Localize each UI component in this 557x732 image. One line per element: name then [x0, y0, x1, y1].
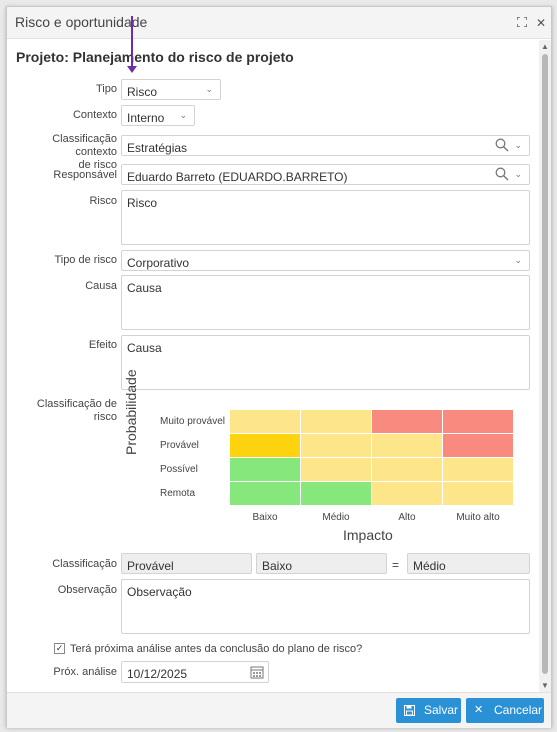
prox-analise-value: 10/12/2025 [127, 667, 188, 681]
tipo-label: Tipo [96, 83, 117, 95]
dialog-footer: Salvar ✕ Cancelar [7, 692, 551, 728]
causa-textarea[interactable]: Causa [121, 275, 530, 330]
efeito-label: Efeito [88, 339, 117, 351]
matrix-col-label: Médio [322, 512, 350, 523]
annotation-arrow-head [127, 66, 137, 73]
project-title: Projeto: Planejamento do risco de projet… [16, 49, 294, 65]
classificacao-contexto-label-line1: Classificação contexto [52, 133, 117, 158]
matrix-cell[interactable] [301, 482, 371, 505]
cancel-button-label: Cancelar [494, 703, 543, 717]
probabilidade-result-value: Provável [127, 559, 174, 573]
maximize-icon[interactable] [515, 16, 529, 30]
matrix-cell[interactable] [301, 410, 371, 433]
matrix-cell[interactable] [443, 482, 513, 505]
observacao-textarea[interactable]: Observação [121, 579, 530, 634]
chevron-down-icon: ⌄ [179, 110, 187, 120]
contexto-value: Interno [127, 111, 165, 125]
chevron-down-icon: ⌄ [514, 255, 522, 265]
responsavel-label: Responsável [53, 169, 117, 181]
chevron-down-icon: ⌄ [514, 169, 522, 179]
contexto-label: Contexto [72, 109, 117, 121]
matrix-row-label: Provável [160, 440, 199, 451]
matrix-cell[interactable] [443, 410, 513, 433]
tipo-value: Risco [127, 85, 158, 99]
contexto-select[interactable]: Interno ⌄ [121, 105, 195, 126]
matrix-col-label: Muito alto [456, 512, 500, 523]
chevron-down-icon: ⌄ [514, 140, 522, 150]
causa-value: Causa [127, 281, 162, 295]
matrix-cell[interactable] [230, 458, 300, 481]
classificacao-contexto-select[interactable]: Estratégias ⌄ [121, 135, 530, 156]
tipo-select[interactable]: Risco ⌄ [121, 79, 221, 100]
matrix-cell[interactable] [372, 458, 442, 481]
matrix-y-title: Probabilidade [123, 369, 139, 455]
risco-value: Risco [127, 196, 158, 210]
close-icon[interactable]: ✕ [534, 16, 548, 30]
classificacao-result-value: Médio [413, 559, 446, 573]
classificacao-result: Médio [407, 553, 530, 574]
matrix-cell[interactable] [230, 482, 300, 505]
scroll-down-icon[interactable]: ▼ [541, 681, 549, 690]
risco-textarea[interactable]: Risco [121, 190, 530, 245]
impacto-result-value: Baixo [262, 559, 293, 573]
matrix-cell[interactable] [443, 458, 513, 481]
save-button[interactable]: Salvar [396, 698, 461, 723]
search-icon[interactable] [495, 167, 509, 181]
window-title: Risco e oportunidade [15, 14, 148, 30]
chevron-down-icon: ⌄ [205, 84, 213, 94]
classificacao-contexto-value: Estratégias [127, 141, 188, 155]
title-bar: Risco e oportunidade ✕ [7, 7, 551, 39]
matrix-cell[interactable] [230, 410, 300, 433]
matrix-cell[interactable] [443, 434, 513, 457]
search-icon[interactable] [495, 138, 509, 152]
matrix-cell[interactable] [301, 458, 371, 481]
proxima-analise-checkbox-label: Terá próxima análise antes da conclusão … [70, 643, 363, 655]
prox-analise-date-input[interactable]: 10/12/2025 [121, 661, 269, 683]
matrix-cell[interactable] [301, 434, 371, 457]
scrollbar-thumb[interactable] [542, 54, 548, 674]
equals-sign: = [392, 558, 400, 572]
matrix-cell[interactable] [372, 434, 442, 457]
matrix-col-label: Alto [398, 512, 416, 523]
matrix-row-label: Remota [160, 488, 196, 499]
proxima-analise-checkbox[interactable]: ✓ [54, 643, 65, 654]
responsavel-select[interactable]: Eduardo Barreto (EDUARDO.BARRETO) ⌄ [121, 164, 530, 185]
observacao-value: Observação [127, 585, 192, 599]
matrix-row-label: Possível [160, 464, 198, 475]
vertical-scrollbar[interactable]: ▲ ▼ [539, 40, 551, 692]
matrix-col-label: Baixo [252, 512, 278, 523]
save-icon [404, 698, 415, 726]
dialog-content: Projeto: Planejamento do risco de projet… [7, 40, 539, 692]
risco-label: Risco [89, 195, 117, 207]
causa-label: Causa [85, 280, 117, 292]
save-button-label: Salvar [424, 703, 459, 717]
tipo-risco-select[interactable]: Corporativo ⌄ [121, 250, 530, 271]
classificacao-label: Classificação [52, 558, 117, 570]
observacao-label: Observação [57, 584, 117, 596]
risk-dialog: Risco e oportunidade ✕ Projeto: Planejam… [6, 6, 552, 728]
matrix-cell[interactable] [372, 482, 442, 505]
calendar-icon[interactable] [250, 665, 264, 682]
efeito-value: Causa [127, 341, 162, 355]
matrix-x-title: Impacto [343, 527, 393, 543]
matrix-row-label: Muito provável [160, 416, 226, 427]
efeito-textarea[interactable]: Causa [121, 335, 530, 390]
probabilidade-result: Provável [121, 553, 252, 574]
x-icon: ✕ [474, 704, 484, 716]
annotation-arrow-line [131, 16, 133, 68]
cancel-button[interactable]: ✕ Cancelar [466, 698, 544, 723]
responsavel-value: Eduardo Barreto (EDUARDO.BARRETO) [127, 170, 348, 184]
tipo-risco-label: Tipo de risco [54, 254, 117, 266]
impacto-result: Baixo [256, 553, 387, 574]
prox-analise-label: Próx. análise [53, 666, 117, 678]
scroll-up-icon[interactable]: ▲ [541, 42, 549, 51]
classificacao-contexto-label: Classificação contexto de risco [13, 133, 117, 172]
classificacao-risco-label: Classificação de risco [36, 398, 117, 423]
matrix-cell[interactable] [230, 434, 300, 457]
tipo-risco-value: Corporativo [127, 256, 190, 270]
matrix-cell[interactable] [372, 410, 442, 433]
